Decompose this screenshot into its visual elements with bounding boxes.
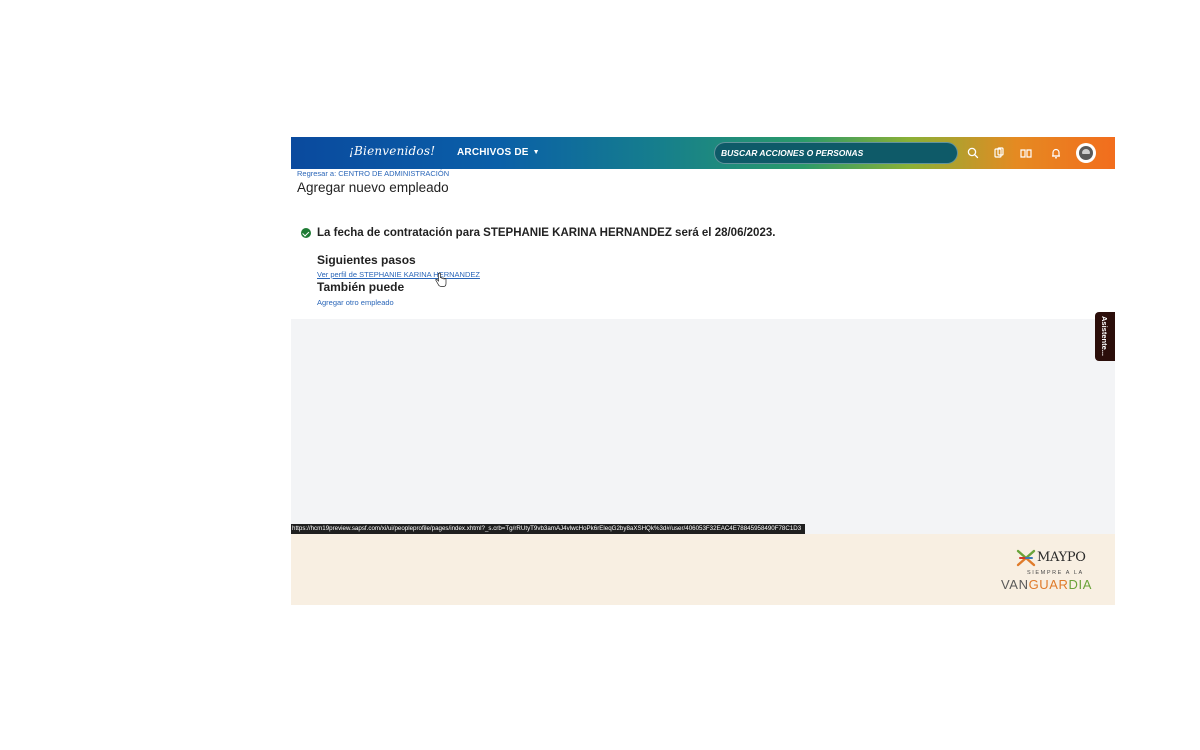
avatar-image <box>1079 146 1093 160</box>
company-logo[interactable]: ¡Bienvenidos! <box>349 144 435 158</box>
success-message: La fecha de contratación para STEPHANIE … <box>301 227 775 239</box>
bell-icon[interactable] <box>1048 145 1064 161</box>
slogan-part-2: GUAR <box>1028 577 1069 592</box>
success-message-text: La fecha de contratación para STEPHANIE … <box>317 227 776 239</box>
assistant-side-tab-label: Asistente... <box>1100 316 1109 357</box>
back-to-admin-center-link[interactable]: Regresar a: CENTRO DE ADMINISTRACIÓN <box>297 169 449 178</box>
content-area <box>291 319 1115 534</box>
search-icon[interactable] <box>965 145 981 161</box>
user-avatar[interactable] <box>1076 143 1096 163</box>
slogan-part-1: VAN <box>1001 577 1029 592</box>
archivos-menu-label: ARCHIVOS DE <box>457 147 529 158</box>
brand-tagline: SIEMPRE A LA <box>1027 570 1084 576</box>
app-frame: ¡Bienvenidos! ARCHIVOS DE▼ Regresar a: C… <box>291 137 1115 605</box>
check-circle-icon <box>301 228 311 238</box>
view-profile-link[interactable]: Ver perfil de STEPHANIE KARINA HERNANDEZ <box>317 270 480 279</box>
also-can-heading: También puede <box>317 280 405 294</box>
footer-banner: MAYPO SIEMPRE A LA VANGUARDIA <box>291 534 1115 605</box>
brand-name: MAYPO <box>1037 550 1086 565</box>
search-box[interactable] <box>714 142 958 164</box>
top-navigation-bar: ¡Bienvenidos! ARCHIVOS DE ▼ <box>291 137 1115 169</box>
archivos-menu[interactable]: ARCHIVOS DE ▼ <box>457 147 540 158</box>
book-icon[interactable] <box>1018 145 1034 161</box>
brand-slogan: VANGUARDIA <box>1001 577 1092 592</box>
search-input[interactable] <box>721 146 951 160</box>
add-another-employee-link[interactable]: Agregar otro empleado <box>317 298 394 307</box>
page-title: Agregar nuevo empleado <box>297 180 449 195</box>
hand-cursor-icon <box>435 272 447 287</box>
status-bar-url: https://hcm19preview.sapsf.com/xi/ui/peo… <box>291 524 806 534</box>
next-steps-heading: Siguientes pasos <box>317 253 416 267</box>
chevron-down-icon: ▼ <box>532 149 540 156</box>
docs-icon[interactable] <box>991 145 1007 161</box>
slogan-part-3: DIA <box>1068 577 1093 592</box>
assistant-side-tab[interactable]: Asistente... <box>1095 312 1115 361</box>
maypo-logo-icon <box>1016 549 1036 567</box>
